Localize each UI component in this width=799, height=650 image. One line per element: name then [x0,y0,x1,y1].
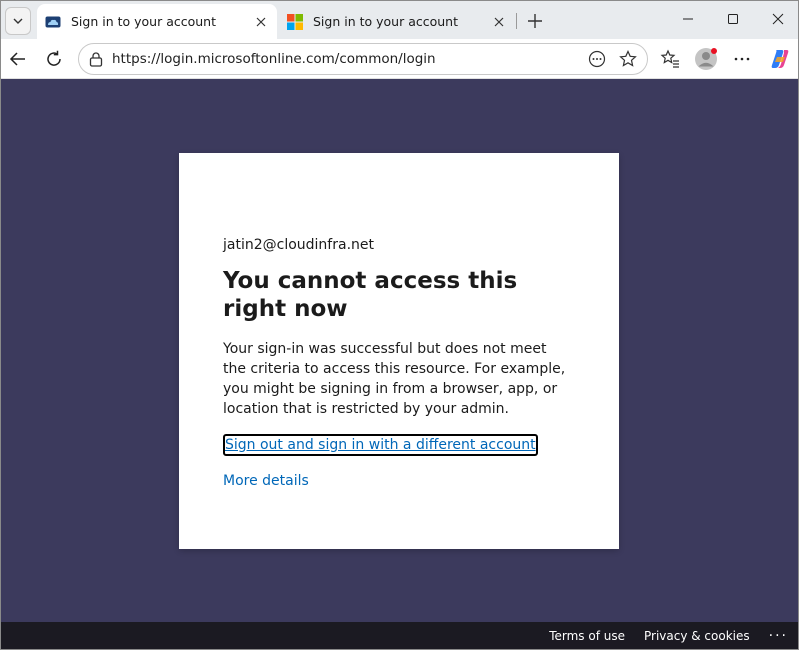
close-icon [772,13,784,25]
maximize-button[interactable] [718,7,748,31]
favorites-icon [660,49,679,68]
more-horizontal-icon [734,57,750,61]
profile-button[interactable] [693,46,719,72]
sign-out-link[interactable]: Sign out and sign in with a different ac… [223,434,538,456]
reading-options-icon[interactable] [585,47,609,71]
back-arrow-icon [9,52,25,66]
terms-of-use-link[interactable]: Terms of use [549,629,625,643]
avatar-icon [695,48,717,70]
settings-more-button[interactable] [729,46,755,72]
tab-title: Sign in to your account [313,14,459,29]
close-window-button[interactable] [763,7,793,31]
chevron-down-icon [13,18,23,24]
tab-strip: Sign in to your account Sign in to your … [1,1,798,39]
microsoft-logo-icon [287,13,303,30]
tab-sign-in-inactive[interactable]: Sign in to your account [279,4,515,39]
tab-title: Sign in to your account [71,14,217,29]
address-bar[interactable]: https://login.microsoftonline.com/common… [78,43,648,75]
page-background: jatin2@cloudinfra.net You cannot access … [1,79,798,622]
favorites-button[interactable] [657,46,683,72]
close-tab-icon[interactable] [251,12,271,32]
copilot-icon [771,50,789,68]
tab-sign-in-active[interactable]: Sign in to your account [37,4,277,39]
maximize-icon [728,14,738,24]
sign-in-card: jatin2@cloudinfra.net You cannot access … [179,153,619,549]
page-title: You cannot access this right now [223,268,518,322]
account-identity: jatin2@cloudinfra.net [223,237,374,253]
plus-icon [528,14,542,28]
tab-divider [516,13,517,29]
cloud-icon [45,16,61,27]
copilot-button[interactable] [767,46,793,72]
refresh-icon [47,50,61,66]
privacy-cookies-link[interactable]: Privacy & cookies [644,629,750,643]
minimize-icon [683,18,693,20]
new-tab-button[interactable] [523,9,547,33]
refresh-button[interactable] [41,46,67,72]
favorite-star-icon[interactable] [616,47,640,71]
footer-more-button[interactable]: ··· [769,628,788,644]
tab-actions-button[interactable] [5,7,31,35]
more-details-link[interactable]: More details [223,473,575,489]
browser-toolbar: https://login.microsoftonline.com/common… [1,39,798,79]
page-footer: Terms of use Privacy & cookies ··· [1,622,798,649]
lock-icon[interactable] [88,51,104,67]
minimize-button[interactable] [673,7,703,31]
error-description: Your sign-in was successful but does not… [223,341,566,417]
url-text[interactable]: https://login.microsoftonline.com/common… [112,51,585,67]
back-button[interactable] [5,46,31,72]
close-tab-icon[interactable] [489,12,509,32]
